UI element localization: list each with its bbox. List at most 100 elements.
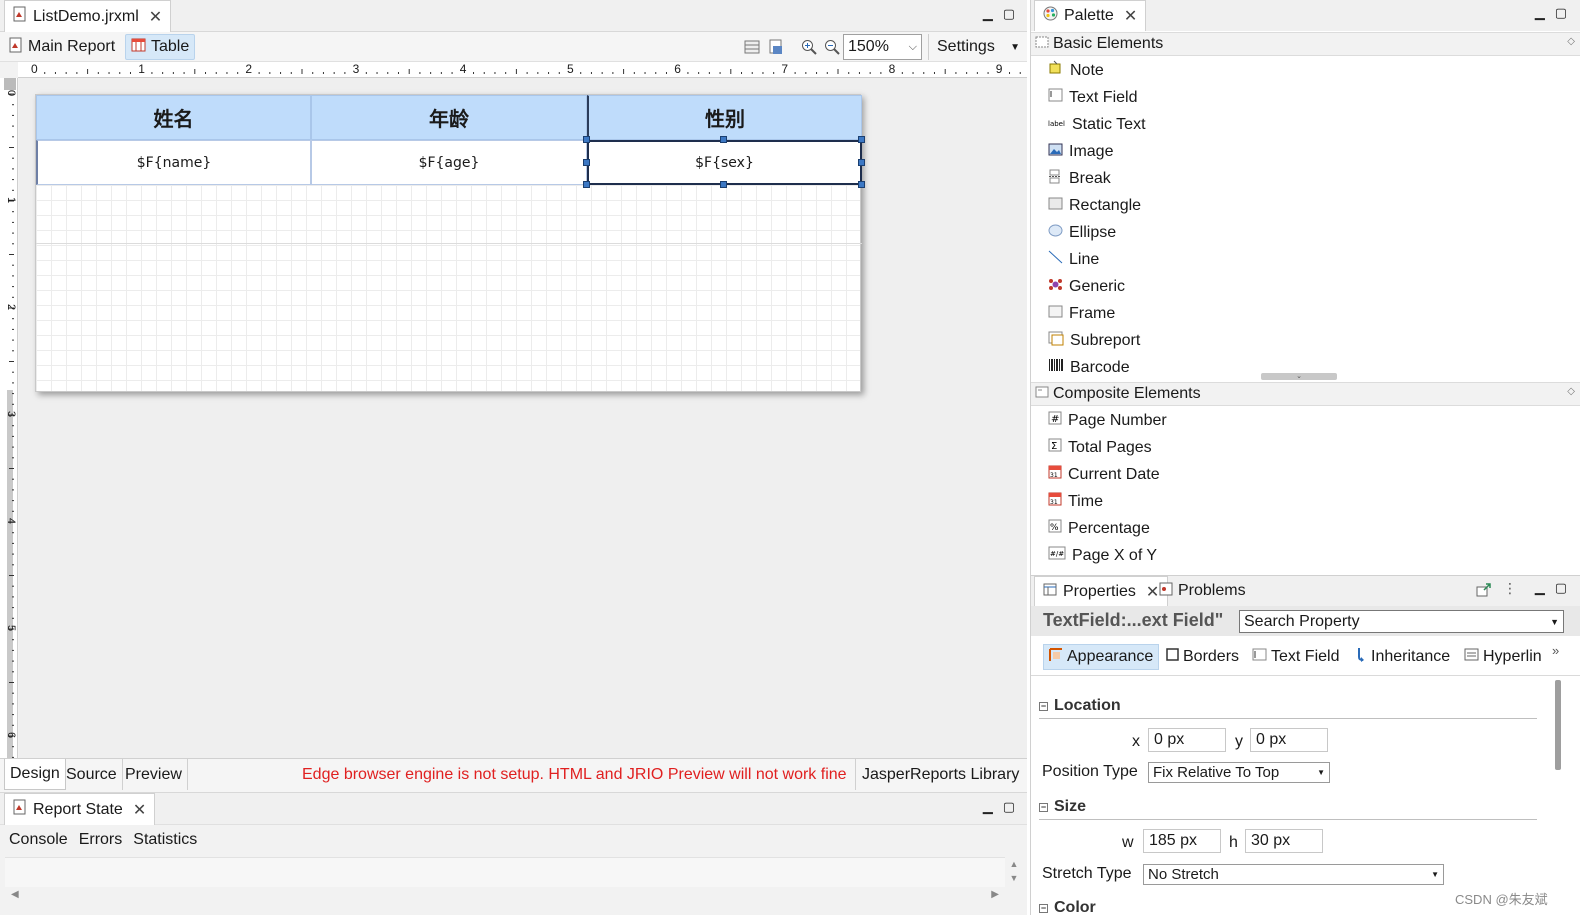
x-input[interactable]: 0 px: [1148, 728, 1226, 752]
palette-item-total-pages[interactable]: Σ Total Pages: [1031, 434, 1580, 461]
composite-elements-header[interactable]: Composite Elements ◇: [1031, 382, 1580, 406]
close-icon[interactable]: ✕: [1124, 6, 1137, 26]
resize-handle[interactable]: [858, 136, 865, 143]
palette-scroll-handle[interactable]: ⌄: [1261, 373, 1337, 380]
crumb-main-report[interactable]: Main Report: [4, 34, 120, 60]
close-icon[interactable]: ✕: [133, 800, 146, 820]
maximize-icon[interactable]: ▢: [1555, 580, 1567, 596]
scroll-left-icon[interactable]: ◀: [11, 889, 19, 905]
location-section-header[interactable]: − Location: [1039, 697, 1121, 715]
export-icon[interactable]: [1476, 583, 1491, 601]
palette-item-text-field[interactable]: Text Field: [1031, 84, 1580, 111]
y-input[interactable]: 0 px: [1250, 728, 1328, 752]
problems-tab-label: Problems: [1178, 582, 1246, 599]
file-tab[interactable]: ListDemo.jrxml ✕: [4, 0, 172, 32]
height-input[interactable]: 30 px: [1245, 829, 1323, 853]
zoom-in-icon[interactable]: [801, 39, 817, 59]
palette-tab[interactable]: Palette ✕: [1034, 0, 1147, 31]
palette-item-note[interactable]: Note: [1031, 57, 1580, 84]
minimize-icon[interactable]: ▁: [983, 799, 993, 815]
collapse-icon[interactable]: ◇: [1567, 36, 1575, 47]
position-type-select[interactable]: Fix Relative To Top ▼: [1148, 762, 1330, 783]
resize-handle[interactable]: [583, 181, 590, 188]
vertical-scrollbar[interactable]: ▲ ▼: [1005, 857, 1023, 887]
palette-item-time[interactable]: 31 Time: [1031, 488, 1580, 515]
stretch-type-select[interactable]: No Stretch ▼: [1143, 864, 1444, 885]
palette-item-image[interactable]: Image: [1031, 138, 1580, 165]
resize-handle[interactable]: [720, 181, 727, 188]
properties-tab[interactable]: Properties ✕: [1034, 576, 1169, 606]
minimize-icon[interactable]: ▁: [1535, 5, 1545, 21]
size-header-label: Size: [1054, 798, 1087, 815]
jasperreports-library-label[interactable]: JasperReports Library: [855, 759, 1019, 790]
x-label: x: [1132, 733, 1140, 750]
maximize-icon[interactable]: ▢: [1003, 799, 1015, 815]
palette-item-page-x-of-y[interactable]: #/# Page X of Y: [1031, 542, 1580, 569]
subtab-hyperlink[interactable]: Hyperlin: [1464, 644, 1542, 670]
tab-statistics[interactable]: Statistics: [133, 831, 197, 849]
report-state-tab[interactable]: Report State ✕: [4, 793, 156, 825]
palette-item-static-text[interactable]: label Static Text: [1031, 111, 1580, 138]
more-tabs-icon[interactable]: »: [1552, 643, 1559, 658]
minimize-icon[interactable]: ▁: [983, 6, 993, 22]
palette-item-generic[interactable]: Generic: [1031, 273, 1580, 300]
selected-text-field[interactable]: $F{sex}: [587, 140, 862, 185]
maximize-icon[interactable]: ▢: [1003, 6, 1015, 22]
design-canvas[interactable]: 姓名 年龄 性别 $F{name} $F{age} $F{sex}: [19, 78, 1027, 758]
tab-console[interactable]: Console: [9, 831, 68, 849]
generic-icon: [1048, 277, 1063, 297]
width-input[interactable]: 185 px: [1143, 829, 1221, 853]
table-header-cell[interactable]: 年龄: [311, 95, 587, 140]
resize-handle[interactable]: [858, 159, 865, 166]
view-menu-icon[interactable]: ⋮: [1503, 580, 1517, 597]
palette-item-break[interactable]: Break: [1031, 165, 1580, 192]
palette-item-page-number[interactable]: # Page Number: [1031, 407, 1580, 434]
palette-item-subreport[interactable]: Subreport: [1031, 327, 1580, 354]
color-section-header[interactable]: − Color: [1039, 899, 1096, 915]
crumb-table[interactable]: Table: [125, 34, 196, 60]
problems-tab[interactable]: Problems: [1159, 576, 1246, 606]
palette-item-frame[interactable]: Frame: [1031, 300, 1580, 327]
close-icon[interactable]: ✕: [149, 7, 162, 27]
barcode-icon: [1048, 358, 1064, 377]
palette-item-percentage[interactable]: % Percentage: [1031, 515, 1580, 542]
resize-handle[interactable]: [583, 136, 590, 143]
properties-scrollbar[interactable]: [1555, 680, 1561, 770]
subtab-appearance[interactable]: Appearance: [1043, 644, 1160, 670]
band-layout-icon[interactable]: [744, 40, 760, 58]
table-header-cell[interactable]: 性别: [587, 95, 862, 140]
collapse-icon[interactable]: ◇: [1567, 386, 1575, 397]
tab-source[interactable]: Source: [61, 759, 123, 790]
page-export-icon[interactable]: [768, 39, 784, 59]
zoom-out-icon[interactable]: [824, 39, 840, 59]
subtab-text-field[interactable]: Text Field: [1252, 644, 1339, 670]
subtab-borders[interactable]: Borders: [1166, 644, 1239, 670]
table-field-cell[interactable]: $F{age}: [311, 140, 587, 185]
palette-item-line[interactable]: Line: [1031, 246, 1580, 273]
zoom-combo[interactable]: 150% ⌵: [843, 34, 922, 60]
size-section-header[interactable]: − Size: [1039, 798, 1086, 816]
palette-item-rectangle[interactable]: Rectangle: [1031, 192, 1580, 219]
report-page[interactable]: 姓名 年龄 性别 $F{name} $F{age} $F{sex}: [35, 94, 865, 392]
settings-dropdown[interactable]: Settings ▼: [928, 34, 1024, 60]
search-property-combo[interactable]: Search Property ▼: [1239, 610, 1564, 633]
scroll-right-icon[interactable]: ▶: [991, 889, 999, 905]
horizontal-scrollbar[interactable]: ◀ ▶: [5, 889, 1005, 905]
table-field-cell[interactable]: $F{name}: [36, 140, 311, 185]
table-icon: [131, 38, 146, 57]
maximize-icon[interactable]: ▢: [1555, 5, 1567, 21]
close-icon[interactable]: ✕: [1146, 582, 1159, 602]
basic-elements-header[interactable]: Basic Elements ◇: [1031, 32, 1580, 56]
svg-text:label: label: [1048, 120, 1065, 128]
resize-handle[interactable]: [720, 136, 727, 143]
resize-handle[interactable]: [583, 159, 590, 166]
tab-preview[interactable]: Preview: [120, 759, 188, 790]
table-header-cell[interactable]: 姓名: [36, 95, 311, 140]
tab-design[interactable]: Design: [4, 759, 66, 790]
tab-errors[interactable]: Errors: [79, 831, 123, 849]
palette-item-current-date[interactable]: 31 Current Date: [1031, 461, 1580, 488]
palette-item-ellipse[interactable]: Ellipse: [1031, 219, 1580, 246]
minimize-icon[interactable]: ▁: [1535, 580, 1545, 596]
subtab-inheritance[interactable]: Inheritance: [1355, 644, 1450, 670]
resize-handle[interactable]: [858, 181, 865, 188]
